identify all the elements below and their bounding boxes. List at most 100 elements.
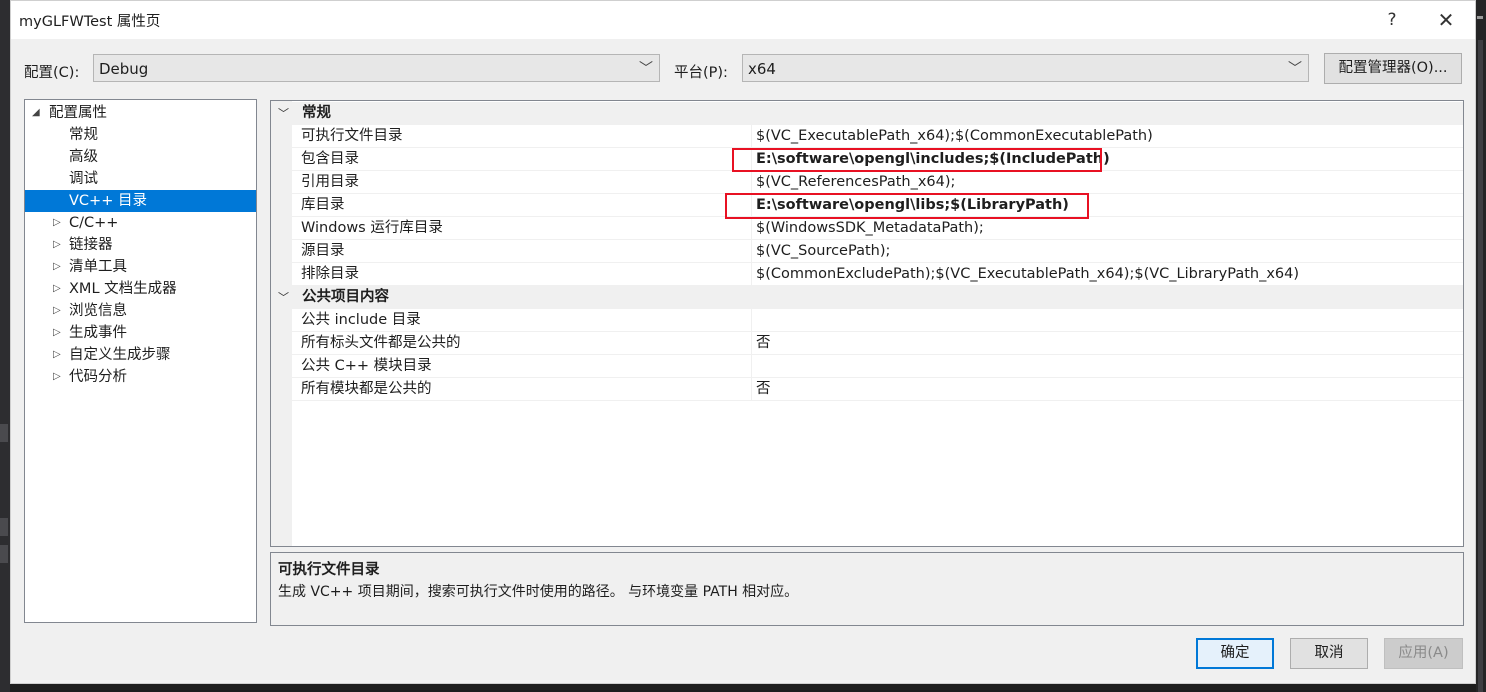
tree-item-label: 常规 <box>69 127 98 143</box>
property-name: 公共 C++ 模块目录 <box>301 358 432 374</box>
highlight-box-include-dirs <box>732 148 1102 172</box>
column-divider <box>751 355 752 377</box>
column-divider <box>751 125 752 147</box>
background-editor-right <box>1476 0 1486 692</box>
ok-button[interactable]: 确定 <box>1196 638 1274 669</box>
tree-item-label: 生成事件 <box>69 325 127 341</box>
highlight-box-library-dirs <box>725 193 1089 219</box>
category-title: 公共项目内容 <box>302 289 389 305</box>
category-general[interactable]: ﹀ 常规 <box>271 102 1463 125</box>
collapsed-triangle-icon[interactable]: ▷ <box>53 344 61 366</box>
description-title: 可执行文件目录 <box>278 562 380 578</box>
tree-item-label: 链接器 <box>69 237 113 253</box>
background-scrollbar <box>1478 40 1483 692</box>
collapsed-triangle-icon[interactable]: ▷ <box>53 300 61 322</box>
tree-item-label: 清单工具 <box>69 259 127 275</box>
property-value[interactable]: $(VC_SourcePath); <box>756 240 890 262</box>
platform-dropdown[interactable]: x64 ﹀ <box>742 54 1309 82</box>
property-name: 包含目录 <box>301 151 359 167</box>
property-row-public-include-dirs[interactable]: 公共 include 目录 <box>292 309 1463 332</box>
collapsed-triangle-icon[interactable]: ▷ <box>53 212 61 234</box>
property-value[interactable]: $(WindowsSDK_MetadataPath); <box>756 217 984 239</box>
tree-item-manifest-tool[interactable]: ▷ 清单工具 <box>25 256 256 278</box>
property-row-all-modules-public[interactable]: 所有模块都是公共的 否 <box>292 378 1463 401</box>
tree-item-debugging[interactable]: 调试 <box>25 168 256 190</box>
tree-item-vc-directories[interactable]: VC++ 目录 <box>25 190 256 212</box>
property-row-winrt-lib-dirs[interactable]: Windows 运行库目录 $(WindowsSDK_MetadataPath)… <box>292 217 1463 240</box>
chevron-down-icon[interactable]: ﹀ <box>278 286 289 309</box>
tree-item-label: 代码分析 <box>69 369 127 385</box>
column-divider <box>751 240 752 262</box>
collapsed-triangle-icon[interactable]: ▷ <box>53 278 61 300</box>
tree-item-label: 高级 <box>69 149 98 165</box>
property-row-reference-dirs[interactable]: 引用目录 $(VC_ReferencesPath_x64); <box>292 171 1463 194</box>
property-row-executable-dirs[interactable]: 可执行文件目录 $(VC_ExecutablePath_x64);$(Commo… <box>292 125 1463 148</box>
property-value[interactable]: $(CommonExcludePath);$(VC_ExecutablePath… <box>756 263 1299 285</box>
collapsed-triangle-icon[interactable]: ▷ <box>53 366 61 388</box>
tree-item-general[interactable]: 常规 <box>25 124 256 146</box>
tree-item-build-events[interactable]: ▷ 生成事件 <box>25 322 256 344</box>
tree-item-linker[interactable]: ▷ 链接器 <box>25 234 256 256</box>
property-row-source-dirs[interactable]: 源目录 $(VC_SourcePath); <box>292 240 1463 263</box>
column-divider <box>751 309 752 331</box>
expanded-triangle-icon: ◢ <box>32 107 40 118</box>
column-divider <box>751 332 752 354</box>
property-name: 排除目录 <box>301 266 359 282</box>
config-dropdown[interactable]: Debug ﹀ <box>93 54 660 82</box>
configuration-manager-button[interactable]: 配置管理器(O)... <box>1324 53 1462 84</box>
tree-item-browse-info[interactable]: ▷ 浏览信息 <box>25 300 256 322</box>
category-public-project-content[interactable]: ﹀ 公共项目内容 <box>271 286 1463 309</box>
background-editor-left <box>0 0 10 692</box>
description-panel: 可执行文件目录 生成 VC++ 项目期间，搜索可执行文件时使用的路径。 与环境变… <box>270 552 1464 626</box>
property-value[interactable]: 否 <box>756 332 771 354</box>
property-row-exclude-dirs[interactable]: 排除目录 $(CommonExcludePath);$(VC_Executabl… <box>292 263 1463 286</box>
tree-item-custom-build-step[interactable]: ▷ 自定义生成步骤 <box>25 344 256 366</box>
chevron-down-icon: ﹀ <box>1288 61 1302 77</box>
background-editor-fragment <box>0 545 8 563</box>
tree-item-label: 调试 <box>69 171 98 187</box>
column-divider <box>751 171 752 193</box>
apply-button[interactable]: 应用(A) <box>1384 638 1463 669</box>
property-name: 源目录 <box>301 243 345 259</box>
background-editor-fragment <box>0 518 8 536</box>
property-row-all-headers-public[interactable]: 所有标头文件都是公共的 否 <box>292 332 1463 355</box>
property-value[interactable]: $(VC_ReferencesPath_x64); <box>756 171 955 193</box>
tree-item-c-cpp[interactable]: ▷ C/C++ <box>25 212 256 234</box>
property-name: 所有标头文件都是公共的 <box>301 335 461 351</box>
window-title: myGLFWTest 属性页 <box>19 14 161 30</box>
collapsed-triangle-icon[interactable]: ▷ <box>53 256 61 278</box>
tree-item-label: 配置属性 <box>49 105 107 121</box>
config-value: Debug <box>99 60 149 78</box>
help-button[interactable]: ? <box>1378 7 1406 33</box>
tree-item-advanced[interactable]: 高级 <box>25 146 256 168</box>
property-grid: ﹀ 常规 可执行文件目录 $(VC_ExecutablePath_x64);$(… <box>270 100 1464 547</box>
platform-label: 平台(P): <box>674 65 728 81</box>
property-name: 可执行文件目录 <box>301 128 403 144</box>
tree-item-xml-doc-generator[interactable]: ▷ XML 文档生成器 <box>25 278 256 300</box>
property-value[interactable]: 否 <box>756 378 771 400</box>
platform-value: x64 <box>748 60 776 78</box>
cancel-button[interactable]: 取消 <box>1290 638 1368 669</box>
background-editor-fragment <box>1477 16 1483 19</box>
property-value[interactable]: $(VC_ExecutablePath_x64);$(CommonExecuta… <box>756 125 1153 147</box>
description-text: 生成 VC++ 项目期间，搜索可执行文件时使用的路径。 与环境变量 PATH 相… <box>278 584 799 600</box>
background-editor-fragment <box>0 424 8 442</box>
property-row-public-module-dirs[interactable]: 公共 C++ 模块目录 <box>292 355 1463 378</box>
tree-item-label: VC++ 目录 <box>69 193 147 209</box>
chevron-down-icon[interactable]: ﹀ <box>278 102 289 125</box>
tree-item-label: XML 文档生成器 <box>69 281 177 297</box>
close-button[interactable]: ✕ <box>1432 7 1460 33</box>
property-name: Windows 运行库目录 <box>301 220 443 236</box>
tree-item-code-analysis[interactable]: ▷ 代码分析 <box>25 366 256 388</box>
grid-gutter <box>271 101 292 546</box>
collapsed-triangle-icon[interactable]: ▷ <box>53 322 61 344</box>
tree-item-label: 自定义生成步骤 <box>69 347 171 363</box>
property-name: 库目录 <box>301 197 345 213</box>
tree-item-label: C/C++ <box>69 215 119 231</box>
property-name: 所有模块都是公共的 <box>301 381 432 397</box>
collapsed-triangle-icon[interactable]: ▷ <box>53 234 61 256</box>
property-name: 引用目录 <box>301 174 359 190</box>
tree-item-config-properties[interactable]: ◢ 配置属性 <box>25 102 256 124</box>
property-pages-dialog: myGLFWTest 属性页 ? ✕ 配置(C): Debug ﹀ 平台(P):… <box>10 0 1476 684</box>
tree-item-label: 浏览信息 <box>69 303 127 319</box>
